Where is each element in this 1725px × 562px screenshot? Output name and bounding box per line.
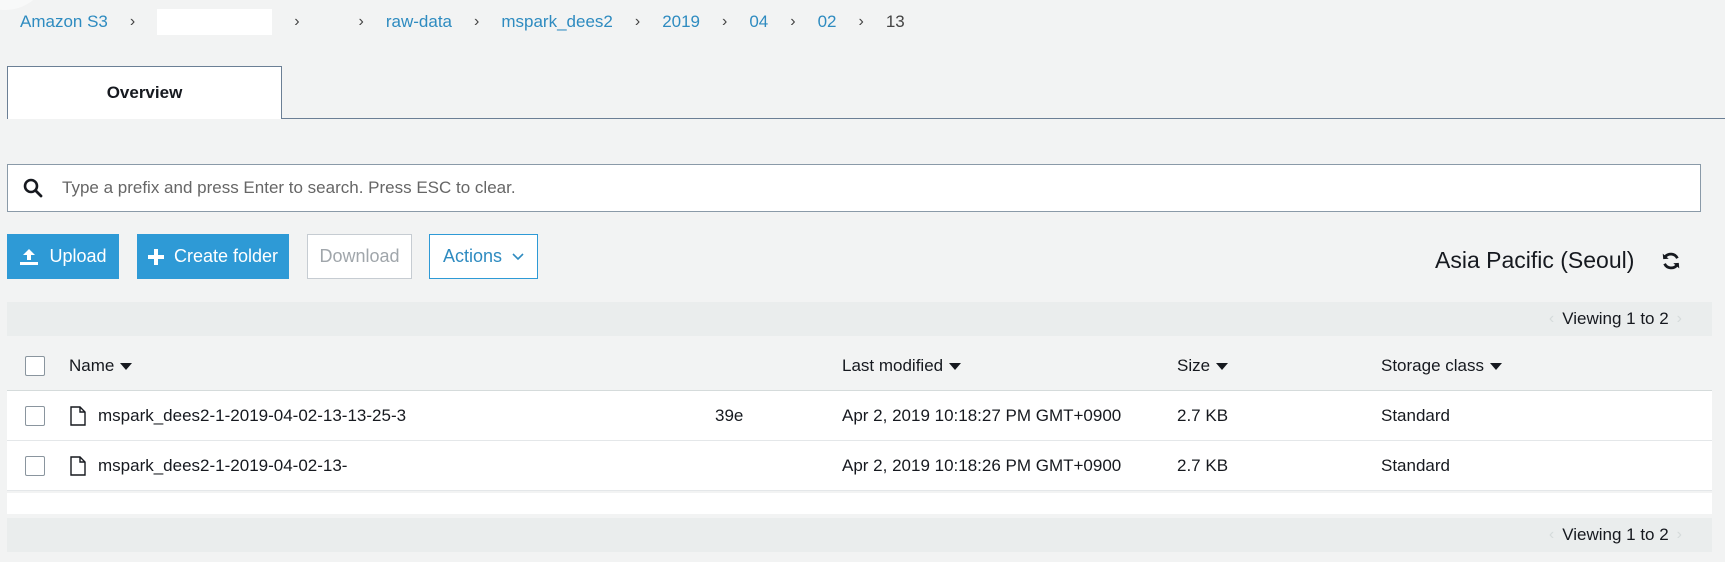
breadcrumb-root-amazon-s3[interactable]: Amazon S3	[20, 12, 108, 32]
table-header: Name Last modified Size Storage class	[7, 342, 1712, 391]
storage-class-cell: Standard	[1381, 455, 1450, 475]
search-bar	[7, 164, 1701, 212]
column-header-storage-class[interactable]: Storage class	[1381, 342, 1502, 390]
redacted-breadcrumb-bucket	[157, 9, 273, 35]
redacted-object-name	[417, 401, 717, 431]
pager-top: ‹ Viewing 1 to 2 ›	[7, 302, 1712, 336]
object-name-link[interactable]: mspark_dees2-1-2019-04-02-13-13-25-3	[98, 406, 406, 426]
breadcrumb-item-mspark-dees2[interactable]: mspark_dees2	[501, 12, 613, 32]
upload-button-label: Upload	[49, 246, 107, 266]
select-all-checkbox[interactable]	[25, 356, 45, 376]
decorative-circle	[0, 0, 50, 10]
object-name-cell: mspark_dees2-1-2019-04-02-13-	[70, 441, 347, 490]
row-select-cell	[25, 391, 45, 440]
breadcrumb-separator: ›	[474, 13, 480, 30]
pager-next-button[interactable]: ›	[1677, 310, 1682, 328]
table-row[interactable]: mspark_dees2-1-2019-04-02-13- Apr 2, 201…	[7, 441, 1712, 491]
breadcrumb-separator: ›	[790, 13, 796, 30]
breadcrumb-item-raw-data[interactable]: raw-data	[386, 12, 452, 32]
row-checkbox[interactable]	[25, 455, 45, 476]
create-folder-button-label: Create folder	[173, 246, 279, 266]
plus-icon	[147, 248, 164, 265]
breadcrumb-separator: ›	[722, 13, 728, 30]
breadcrumb-item-04[interactable]: 04	[749, 12, 768, 32]
chevron-down-icon	[512, 252, 524, 261]
breadcrumb: Amazon S3 › › › raw-data › mspark_dees2 …	[20, 9, 905, 35]
download-button[interactable]: Download	[307, 234, 412, 279]
column-header-last-modified-label: Last modified	[842, 356, 944, 375]
column-header-name-label: Name	[69, 356, 115, 375]
actions-dropdown-button[interactable]: Actions	[429, 234, 538, 279]
search-input[interactable]	[58, 165, 1700, 211]
breadcrumb-separator: ›	[858, 13, 864, 30]
storage-class-cell: Standard	[1381, 405, 1450, 425]
breadcrumb-separator: ›	[294, 13, 300, 30]
file-icon	[70, 405, 86, 426]
last-modified-cell: Apr 2, 2019 10:18:27 PM GMT+0900	[842, 405, 1122, 425]
select-all-cell	[25, 342, 45, 390]
table-footer-spacer	[7, 493, 1712, 514]
search-icon	[8, 178, 58, 198]
column-header-size-label: Size	[1177, 356, 1211, 375]
sort-caret-icon	[120, 362, 133, 370]
column-header-name[interactable]: Name	[69, 342, 133, 390]
download-button-label: Download	[319, 246, 400, 266]
objects-table: Name Last modified Size Storage class ms…	[7, 342, 1712, 491]
breadcrumb-separator: ›	[358, 13, 364, 30]
breadcrumb-separator: ›	[634, 13, 641, 30]
upload-icon	[19, 248, 39, 266]
last-modified-cell: Apr 2, 2019 10:18:26 PM GMT+0900	[842, 455, 1122, 475]
breadcrumb-item-2019[interactable]: 2019	[662, 12, 700, 32]
actions-button-label: Actions	[442, 246, 503, 266]
breadcrumb-separator: ›	[129, 13, 136, 30]
sort-caret-icon	[1216, 362, 1229, 370]
column-header-storage-class-label: Storage class	[1381, 356, 1484, 375]
object-name-cell: mspark_dees2-1-2019-04-02-13-13-25-3	[70, 391, 406, 440]
column-header-last-modified[interactable]: Last modified	[842, 342, 962, 390]
breadcrumb-current: 13	[885, 12, 905, 31]
object-name-link[interactable]: mspark_dees2-1-2019-04-02-13-	[98, 456, 347, 476]
object-name-tail: 39e	[715, 405, 744, 425]
upload-button[interactable]: Upload	[7, 234, 119, 279]
tab-overview[interactable]: Overview	[7, 66, 282, 119]
pager-status: Viewing 1 to 2	[1562, 525, 1669, 544]
file-icon	[70, 455, 86, 476]
row-checkbox[interactable]	[25, 405, 45, 426]
pager-status: Viewing 1 to 2	[1562, 309, 1669, 328]
table-row[interactable]: mspark_dees2-1-2019-04-02-13-13-25-3 39e…	[7, 391, 1712, 441]
pager-bottom: ‹ Viewing 1 to 2 ›	[7, 518, 1712, 552]
pager-next-button[interactable]: ›	[1677, 526, 1682, 544]
sort-caret-icon	[949, 362, 962, 370]
pager-prev-button[interactable]: ‹	[1549, 526, 1554, 544]
sort-caret-icon	[1490, 362, 1502, 370]
row-select-cell	[25, 441, 45, 490]
region-label: Asia Pacific (Seoul)	[1435, 247, 1635, 273]
breadcrumb-item-02[interactable]: 02	[818, 12, 837, 32]
create-folder-button[interactable]: Create folder	[137, 234, 289, 279]
refresh-icon[interactable]	[1660, 250, 1684, 274]
size-cell: 2.7 KB	[1177, 405, 1229, 425]
column-header-size[interactable]: Size	[1177, 342, 1229, 390]
pager-prev-button[interactable]: ‹	[1549, 310, 1554, 328]
size-cell: 2.7 KB	[1177, 455, 1229, 475]
redacted-breadcrumb-segment	[322, 9, 337, 35]
